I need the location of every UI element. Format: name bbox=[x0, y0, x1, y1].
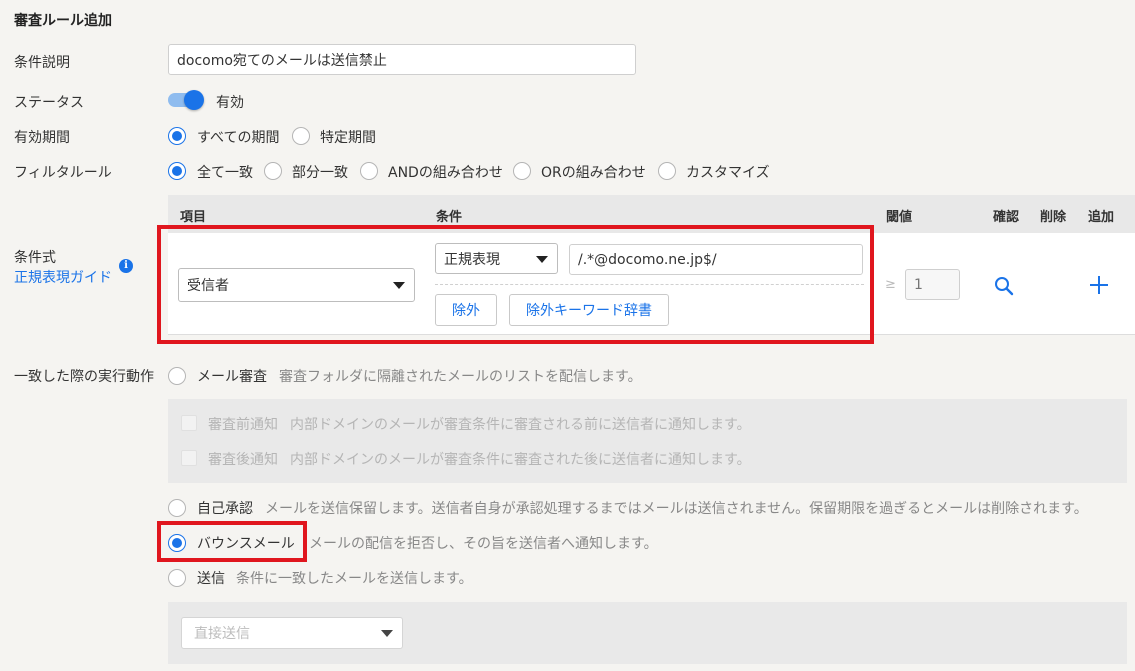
threshold-input[interactable] bbox=[905, 269, 960, 300]
filter-all-label[interactable]: 全て一致 bbox=[197, 162, 253, 182]
highlight-condition-row bbox=[157, 225, 874, 344]
send-method-value: 直接送信 bbox=[194, 626, 250, 642]
filter-partial-label[interactable]: 部分一致 bbox=[292, 162, 348, 182]
action-self-approve-radio[interactable] bbox=[168, 499, 186, 517]
post-notify-checkbox[interactable] bbox=[181, 450, 197, 466]
info-icon[interactable]: i bbox=[119, 259, 133, 273]
action-self-approve-label[interactable]: 自己承認 bbox=[197, 498, 253, 518]
action-review-label[interactable]: メール審査 bbox=[197, 366, 267, 386]
filter-custom-radio[interactable] bbox=[658, 162, 676, 180]
search-icon[interactable] bbox=[994, 276, 1014, 296]
status-label: ステータス bbox=[14, 95, 84, 111]
pre-notify-desc: 内部ドメインのメールが審査条件に審査される前に送信者に通知します。 bbox=[290, 417, 751, 433]
filter-label: フィルタルール bbox=[14, 165, 112, 181]
description-label: 条件説明 bbox=[14, 55, 70, 71]
filter-custom-label[interactable]: カスタマイズ bbox=[686, 162, 770, 182]
action-self-approve-desc: メールを送信保留します。送信者自身が承認処理するまではメールは送信されません。保… bbox=[265, 501, 1088, 517]
page-title: 審査ルール追加 bbox=[14, 13, 112, 29]
post-notify-desc: 内部ドメインのメールが審査条件に審査された後に送信者に通知します。 bbox=[290, 452, 751, 468]
condition-label: 条件式 bbox=[14, 250, 56, 266]
header-confirm: 確認 bbox=[993, 210, 1020, 225]
filter-or-label[interactable]: ORの組み合わせ bbox=[541, 162, 646, 182]
header-condition: 条件 bbox=[436, 210, 463, 225]
period-specific-label[interactable]: 特定期間 bbox=[320, 127, 376, 147]
regex-guide-link[interactable]: 正規表現ガイド bbox=[14, 267, 112, 287]
action-send-radio[interactable] bbox=[168, 569, 186, 587]
action-send-label[interactable]: 送信 bbox=[197, 568, 225, 588]
status-toggle-knob[interactable] bbox=[184, 90, 204, 110]
header-add: 追加 bbox=[1088, 210, 1115, 225]
action-review-desc: 審査フォルダに隔離されたメールのリストを配信します。 bbox=[279, 369, 642, 385]
pre-notify-label: 審査前通知 bbox=[208, 417, 278, 433]
add-icon[interactable] bbox=[1090, 276, 1108, 294]
review-options-panel bbox=[168, 399, 1127, 483]
description-input[interactable] bbox=[168, 44, 636, 75]
period-all-label[interactable]: すべての期間 bbox=[197, 127, 279, 147]
action-review-radio[interactable] bbox=[168, 367, 186, 385]
filter-partial-radio[interactable] bbox=[264, 162, 282, 180]
filter-or-radio[interactable] bbox=[513, 162, 531, 180]
period-label: 有効期間 bbox=[14, 130, 70, 146]
threshold-symbol: ≥ bbox=[885, 277, 896, 292]
filter-and-label[interactable]: ANDの組み合わせ bbox=[388, 162, 503, 182]
action-label: 一致した際の実行動作 bbox=[14, 369, 154, 385]
chevron-down-icon bbox=[381, 630, 393, 637]
action-bounce-desc: メールの配信を拒否し、その旨を送信者へ通知します。 bbox=[309, 536, 658, 552]
send-method-select[interactable]: 直接送信 bbox=[181, 617, 403, 649]
post-notify-label: 審査後通知 bbox=[208, 452, 278, 468]
period-all-radio[interactable] bbox=[168, 127, 186, 145]
period-specific-radio[interactable] bbox=[292, 127, 310, 145]
filter-and-radio[interactable] bbox=[360, 162, 378, 180]
status-value: 有効 bbox=[216, 95, 244, 111]
header-threshold: 閾値 bbox=[886, 210, 913, 225]
header-delete: 削除 bbox=[1040, 210, 1067, 225]
highlight-bounce bbox=[157, 521, 307, 562]
pre-notify-checkbox[interactable] bbox=[181, 415, 197, 431]
header-item: 項目 bbox=[180, 210, 207, 225]
filter-all-radio[interactable] bbox=[168, 162, 186, 180]
action-send-desc: 条件に一致したメールを送信します。 bbox=[236, 571, 473, 587]
